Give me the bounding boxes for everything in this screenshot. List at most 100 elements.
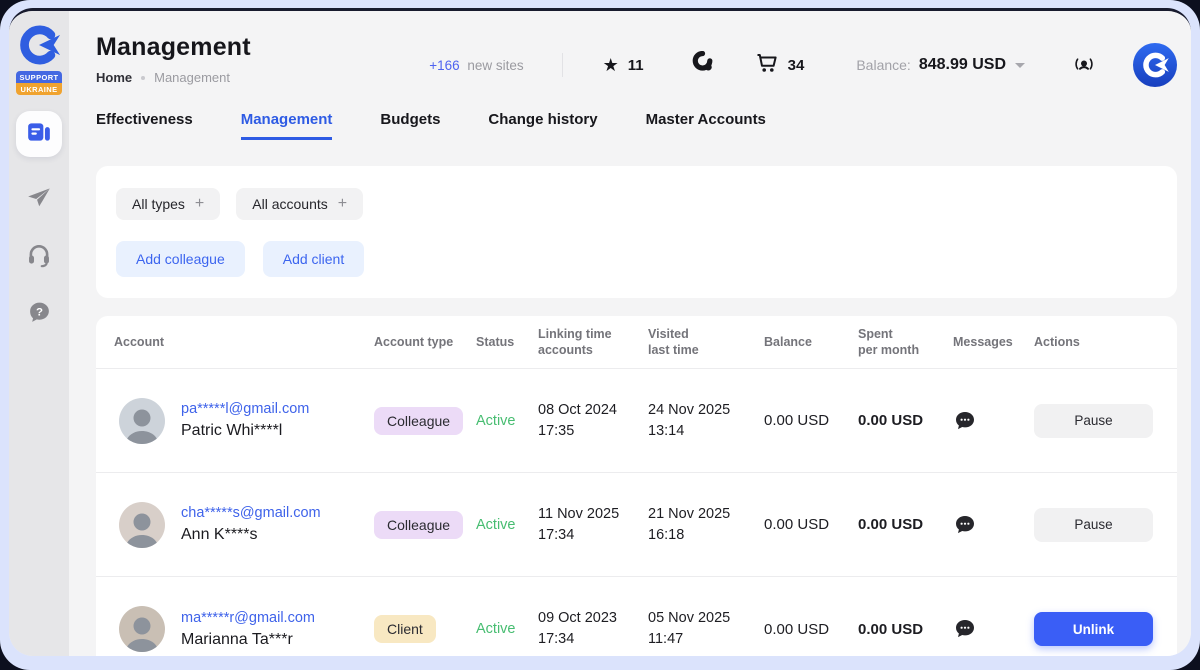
col-status: Status [476,334,538,350]
sidebar-item-telegram[interactable] [23,183,55,215]
tab-master-accounts[interactable]: Master Accounts [646,111,766,140]
col-account: Account [114,334,374,350]
paper-plane-icon [26,184,52,215]
tab-budgets[interactable]: Budgets [380,111,440,140]
status-badge: Active [476,621,538,637]
sidebar: SUPPORT UKRAINE [9,11,69,656]
cart-icon [755,51,779,80]
avatar [119,502,165,548]
avatar [119,398,165,444]
balance-widget[interactable]: Balance: 848.99 USD [856,56,1025,74]
table-row: cha*****s@gmail.com Ann K****s Colleague… [96,473,1177,577]
account-cell: ma*****r@gmail.com Marianna Ta***r [114,606,374,652]
spent-cell: 0.00 USD [858,621,953,638]
breadcrumb-current: Management [154,70,230,85]
account-identity: cha*****s@gmail.com Ann K****s [181,505,321,544]
favorites-count: 11 [628,57,644,74]
chat-stat[interactable] [692,51,715,79]
filter-all-accounts-label: All accounts [252,196,327,212]
favorites-stat[interactable]: ★ 11 [603,56,644,74]
balance-value: 848.99 USD [919,56,1006,74]
news-icon [26,119,52,150]
support-badge-line2: UKRAINE [16,83,62,95]
filters-card: All types + All accounts + Add colleague… [96,166,1177,298]
app-window: SUPPORT UKRAINE [9,8,1191,656]
pause-button[interactable]: Pause [1034,508,1153,542]
balance-cell: 0.00 USD [764,621,858,638]
add-button-row: Add colleague Add client [116,241,1157,277]
balance-label: Balance: [856,57,910,73]
help-glyph: ? [36,307,43,319]
chat-bubble-icon [692,51,715,79]
help-bubble-icon: ? [27,300,52,330]
main-content: Management Home Management +166 new site… [69,11,1191,656]
status-badge: Active [476,413,538,429]
balance-cell: 0.00 USD [764,412,858,429]
plus-icon: + [338,195,347,213]
add-client-button[interactable]: Add client [263,241,364,277]
sidebar-item-support[interactable] [23,241,55,273]
brand-logo-icon[interactable] [17,23,61,67]
filter-all-types-label: All types [132,196,185,212]
col-balance: Balance [764,334,858,350]
pause-button[interactable]: Pause [1034,404,1153,438]
topbar-right: +166 new sites ★ 11 [429,43,1177,87]
headset-icon [26,242,52,273]
account-type-badge: Colleague [374,511,463,539]
breadcrumb-home[interactable]: Home [96,70,132,85]
sidebar-item-news[interactable] [16,111,62,157]
col-linking-time: Linking timeaccounts [538,326,648,358]
filter-all-accounts[interactable]: All accounts + [236,188,363,220]
unlink-button[interactable]: Unlink [1034,612,1153,646]
page-frame: SUPPORT UKRAINE [0,0,1200,670]
tab-effectiveness[interactable]: Effectiveness [96,111,193,140]
account-email[interactable]: cha*****s@gmail.com [181,505,321,521]
spent-cell: 0.00 USD [858,412,953,429]
chevron-down-icon [1015,63,1025,68]
account-email[interactable]: ma*****r@gmail.com [181,610,315,626]
col-actions: Actions [1034,334,1177,350]
account-type-badge: Colleague [374,407,463,435]
table-row: ma*****r@gmail.com Marianna Ta***r Clien… [96,577,1177,656]
visited-time-cell: 21 Nov 202516:18 [648,504,764,546]
cart-stat[interactable]: 34 [755,51,805,80]
tab-management[interactable]: Management [241,111,333,140]
notification-icon[interactable] [1073,54,1095,76]
support-badge-line1: SUPPORT [16,71,62,83]
col-messages: Messages [953,334,1034,350]
tab-bar: Effectiveness Management Budgets Change … [96,111,1191,140]
account-cell: pa*****l@gmail.com Patric Whi****l [114,398,374,444]
account-name: Patric Whi****l [181,422,309,440]
star-icon: ★ [603,56,619,74]
table-row: pa*****l@gmail.com Patric Whi****l Colle… [96,369,1177,473]
user-avatar[interactable] [1133,43,1177,87]
visited-time-cell: 05 Nov 202511:47 [648,608,764,650]
message-icon[interactable] [953,409,977,433]
new-sites-label: new sites [467,58,523,73]
account-type-badge: Client [374,615,436,643]
tab-change-history[interactable]: Change history [488,111,597,140]
balance-cell: 0.00 USD [764,516,858,533]
message-icon[interactable] [953,513,977,537]
linking-time-cell: 11 Nov 202517:34 [538,504,648,546]
col-account-type: Account type [374,334,476,350]
sidebar-nav: ? [16,111,62,331]
support-ukraine-badge[interactable]: SUPPORT UKRAINE [16,71,62,95]
sidebar-item-help[interactable]: ? [23,299,55,331]
avatar [119,606,165,652]
filter-all-types[interactable]: All types + [116,188,220,220]
account-identity: pa*****l@gmail.com Patric Whi****l [181,401,309,440]
breadcrumb: Home Management [96,70,251,85]
account-identity: ma*****r@gmail.com Marianna Ta***r [181,610,315,649]
table-header-row: Account Account type Status Linking time… [96,316,1177,369]
new-sites-link[interactable]: +166 new sites [429,58,523,73]
new-sites-count: +166 [429,58,459,73]
topbar-divider [562,53,563,77]
message-icon[interactable] [953,617,977,641]
cart-count: 34 [788,57,805,74]
add-colleague-button[interactable]: Add colleague [116,241,245,277]
visited-time-cell: 24 Nov 202513:14 [648,400,764,442]
col-visited: Visitedlast time [648,326,764,358]
account-email[interactable]: pa*****l@gmail.com [181,401,309,417]
col-spent: Spentper month [858,326,953,358]
